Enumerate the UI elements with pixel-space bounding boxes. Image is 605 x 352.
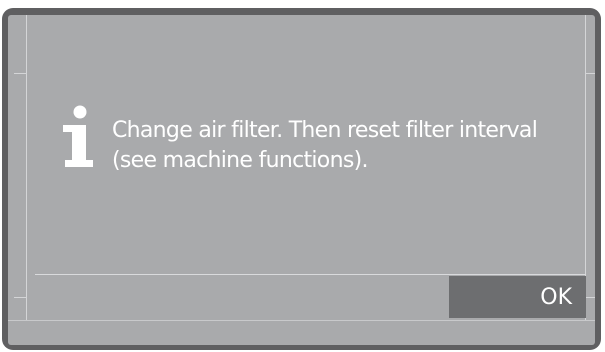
frame-tick xyxy=(586,73,595,74)
screen-bottom-border xyxy=(8,320,595,321)
frame-tick xyxy=(14,73,26,74)
dialog-message: Change air filter. Then reset filter int… xyxy=(112,118,538,173)
frame-tick xyxy=(586,297,595,298)
display-bezel: Change air filter. Then reset filter int… xyxy=(2,8,601,350)
ok-button[interactable]: OK xyxy=(449,276,586,318)
display-screen: Change air filter. Then reset filter int… xyxy=(8,15,595,345)
dialog-button-bar: OK xyxy=(35,275,586,319)
info-icon xyxy=(63,105,93,167)
frame-tick xyxy=(14,297,26,298)
